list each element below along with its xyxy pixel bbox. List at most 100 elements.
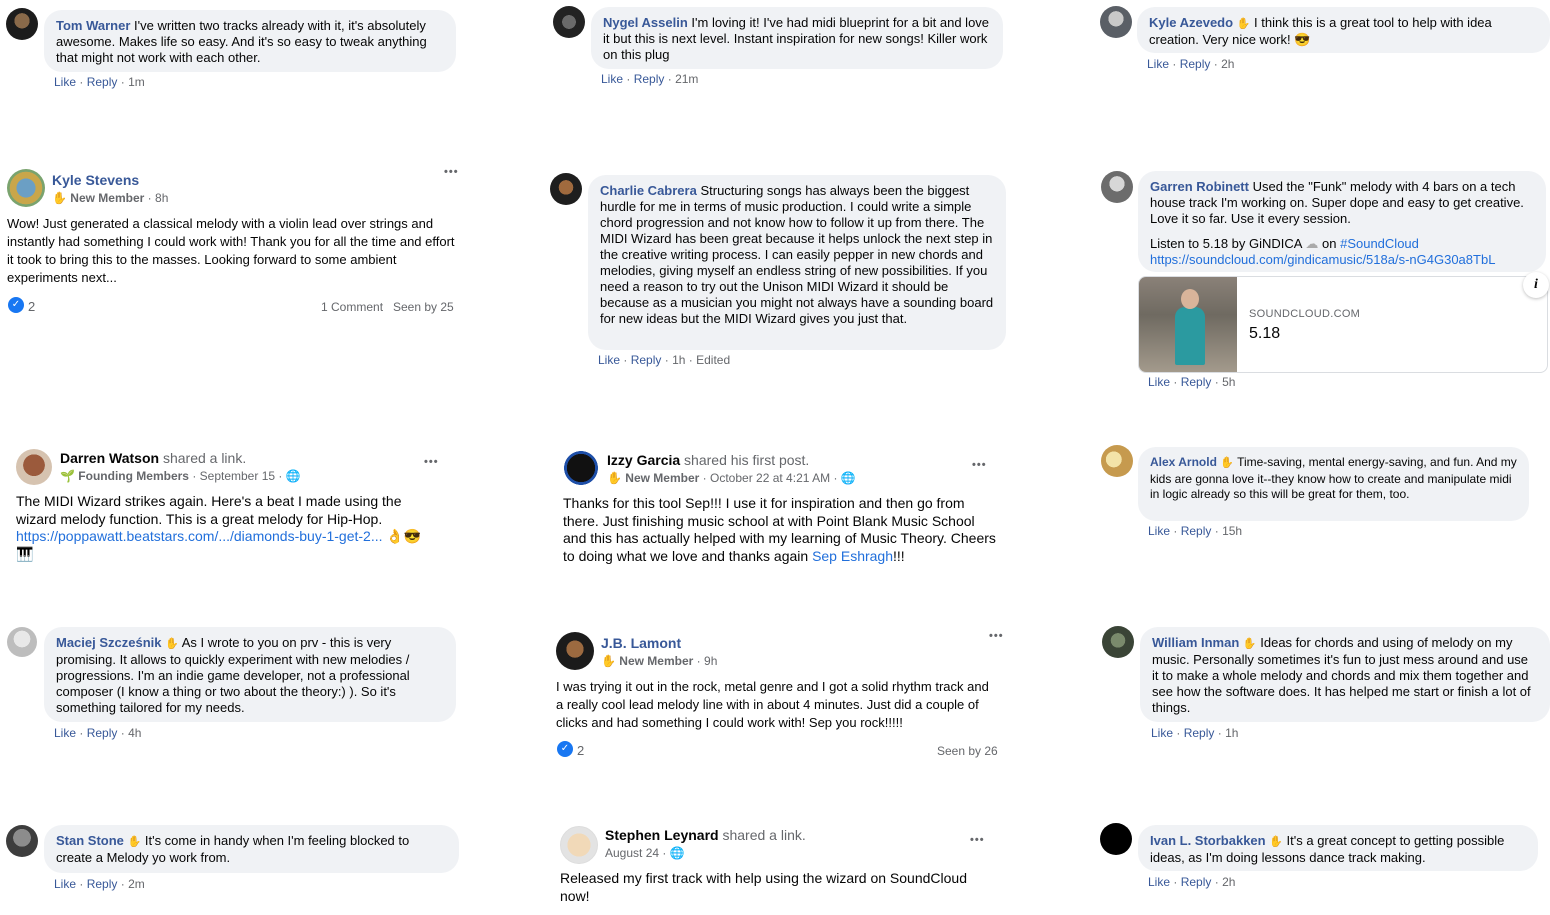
more-options-icon[interactable]: ••• — [444, 166, 459, 178]
more-options-icon[interactable]: ••• — [989, 630, 1004, 642]
seen-count[interactable]: Seen by 25 — [393, 300, 454, 314]
comment-time[interactable]: 4h — [128, 726, 141, 740]
separator: · — [1213, 57, 1218, 71]
link-preview-card[interactable]: SOUNDCLOUD.COM 5.18 — [1138, 276, 1548, 373]
post-text-content: Thanks for this tool Sep!!! I use it for… — [563, 495, 996, 564]
comment-time[interactable]: 1h — [1225, 726, 1238, 740]
mention-link[interactable]: Sep Eshragh — [812, 548, 893, 564]
reaction-count[interactable]: 2 — [577, 743, 584, 758]
comment-time[interactable]: 1h — [672, 353, 685, 367]
like-button[interactable]: Like — [1147, 57, 1169, 71]
post-time[interactable]: September 15 — [200, 469, 275, 483]
post-author[interactable]: Darren Watson — [60, 450, 159, 466]
reply-button[interactable]: Reply — [1184, 726, 1215, 740]
avatar[interactable] — [563, 450, 599, 486]
avatar[interactable] — [16, 449, 52, 485]
comment-actions: Like · Reply · 2h — [1147, 57, 1234, 71]
avatar[interactable] — [553, 6, 585, 38]
like-button[interactable]: Like — [1151, 726, 1173, 740]
comment-time[interactable]: 2h — [1221, 57, 1234, 71]
like-button[interactable]: Like — [1148, 875, 1170, 889]
comment-count[interactable]: 1 Comment — [321, 300, 383, 314]
avatar[interactable] — [6, 825, 38, 857]
separator: · — [623, 353, 628, 367]
comment-time[interactable]: 2m — [128, 877, 145, 891]
like-icon: ✓ — [8, 297, 24, 313]
like-button[interactable]: Like — [54, 877, 76, 891]
post-text-tail: !!! — [893, 547, 905, 564]
post-time[interactable]: 9h — [704, 654, 717, 668]
comment-actions: Like · Reply · 1m — [54, 75, 145, 89]
reply-button[interactable]: Reply — [634, 72, 665, 86]
avatar[interactable] — [1101, 171, 1133, 203]
comment-author[interactable]: Alex Arnold — [1150, 455, 1217, 469]
comment-author[interactable]: Stan Stone — [56, 833, 124, 848]
wave-icon: ✋ — [52, 191, 67, 205]
like-button[interactable]: Like — [1148, 375, 1170, 389]
member-badge[interactable]: New Member — [70, 191, 144, 205]
like-button[interactable]: Like — [54, 75, 76, 89]
post-meta: ✋ New Member · 8h — [52, 191, 168, 205]
avatar[interactable] — [1100, 6, 1132, 38]
avatar[interactable] — [1101, 445, 1133, 477]
post-time[interactable]: 8h — [155, 191, 168, 205]
comment-author[interactable]: Ivan L. Storbakken — [1150, 833, 1266, 848]
reply-button[interactable]: Reply — [1181, 375, 1212, 389]
reply-button[interactable]: Reply — [87, 75, 118, 89]
member-badge[interactable]: New Member — [619, 654, 693, 668]
like-button[interactable]: Like — [601, 72, 623, 86]
post-link[interactable]: https://poppawatt.beatstars.com/.../diam… — [16, 528, 383, 544]
post-author[interactable]: J.B. Lamont — [601, 635, 681, 651]
reply-button[interactable]: Reply — [1180, 57, 1211, 71]
more-options-icon[interactable]: ••• — [972, 459, 987, 471]
avatar[interactable] — [7, 169, 45, 207]
post-author[interactable]: Izzy Garcia — [607, 452, 680, 468]
comment-time[interactable]: 5h — [1222, 375, 1235, 389]
seen-count[interactable]: Seen by 26 — [937, 744, 998, 758]
avatar[interactable] — [556, 632, 594, 670]
comment-author[interactable]: William Inman — [1152, 635, 1239, 650]
reaction-count[interactable]: 2 — [28, 299, 35, 314]
comment-time[interactable]: 21m — [675, 72, 698, 86]
reply-button[interactable]: Reply — [87, 726, 118, 740]
reply-button[interactable]: Reply — [1181, 524, 1212, 538]
post-time[interactable]: October 22 at 4:21 AM — [710, 471, 830, 485]
reply-button[interactable]: Reply — [631, 353, 662, 367]
comment-author[interactable]: Nygel Asselin — [603, 15, 688, 30]
comment-time[interactable]: 2h — [1222, 875, 1235, 889]
post-author[interactable]: Kyle Stevens — [52, 172, 139, 188]
post-text: The MIDI Wizard strikes again. Here's a … — [16, 493, 441, 563]
comment-time[interactable]: 15h — [1222, 524, 1242, 538]
on-text: on — [1322, 236, 1337, 251]
member-badge[interactable]: Founding Members — [78, 469, 189, 483]
comment-author[interactable]: Charlie Cabrera — [600, 183, 697, 198]
info-icon[interactable]: i — [1523, 272, 1549, 298]
more-options-icon[interactable]: ••• — [424, 456, 439, 468]
soundcloud-url[interactable]: https://soundcloud.com/gindicamusic/518a… — [1150, 252, 1495, 267]
comment-time[interactable]: 1m — [128, 75, 145, 89]
comment-bubble: Alex Arnold ✋ Time-saving, mental energy… — [1138, 447, 1529, 521]
comment-author[interactable]: Kyle Azevedo — [1149, 15, 1233, 30]
comment-author[interactable]: Tom Warner — [56, 18, 130, 33]
avatar[interactable] — [7, 627, 37, 657]
post-author[interactable]: Stephen Leynard — [605, 827, 719, 843]
reply-button[interactable]: Reply — [87, 877, 118, 891]
hashtag-link[interactable]: #SoundCloud — [1340, 236, 1419, 251]
avatar[interactable] — [1100, 823, 1132, 855]
post-meta: ✋ New Member · 9h — [601, 654, 717, 668]
like-button[interactable]: Like — [1148, 524, 1170, 538]
avatar[interactable] — [1102, 626, 1134, 658]
comment-author[interactable]: Garren Robinett — [1150, 179, 1249, 194]
reply-button[interactable]: Reply — [1181, 875, 1212, 889]
post-time[interactable]: August 24 — [605, 846, 659, 860]
avatar[interactable] — [560, 826, 598, 864]
like-button[interactable]: Like — [598, 353, 620, 367]
post-header: Darren Watson shared a link. — [60, 450, 246, 466]
like-button[interactable]: Like — [54, 726, 76, 740]
comment-author[interactable]: Maciej Szcześnik — [56, 635, 162, 650]
member-badge[interactable]: New Member — [625, 471, 699, 485]
separator: · — [120, 75, 125, 89]
avatar[interactable] — [550, 173, 582, 205]
avatar[interactable] — [6, 8, 38, 40]
more-options-icon[interactable]: ••• — [970, 834, 985, 846]
